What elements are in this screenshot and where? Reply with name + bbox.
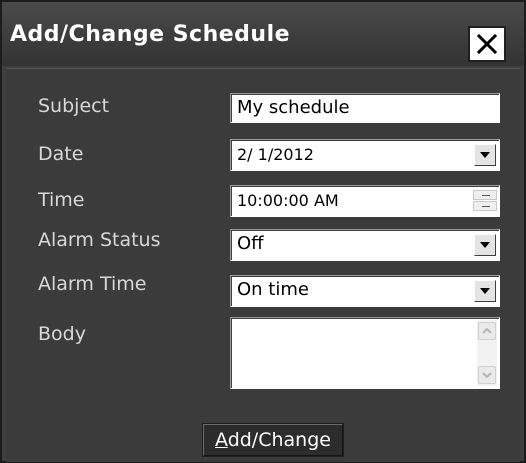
time-input[interactable]: 10:00:00 AM [230, 185, 500, 217]
mnemonic-char: A [215, 429, 228, 451]
close-x-icon [477, 34, 497, 54]
add-change-button-label: dd/Change [227, 429, 331, 451]
time-value: 10:00:00 AM [237, 191, 339, 210]
chevron-down-icon [480, 288, 490, 294]
subject-label: Subject [38, 95, 110, 117]
time-spinner[interactable] [473, 190, 497, 212]
form-panel: Subject My schedule Date 2/ 1/2012 Time … [6, 68, 520, 462]
time-label: Time [38, 189, 85, 211]
spin-up-button[interactable] [473, 190, 497, 200]
scroll-down-button[interactable] [478, 366, 496, 384]
date-dropdown-button[interactable] [474, 144, 496, 166]
body-label: Body [38, 323, 86, 345]
alarm-time-select[interactable]: On time [230, 275, 500, 307]
add-change-button[interactable]: Add/Change [203, 424, 343, 456]
chevron-up-icon [482, 328, 492, 334]
body-textarea[interactable] [230, 317, 500, 389]
dialog-title: Add/Change Schedule [10, 22, 291, 47]
alarm-status-dropdown-button[interactable] [474, 234, 496, 256]
alarm-time-value: On time [237, 279, 309, 300]
chevron-down-icon [482, 372, 492, 378]
close-button[interactable] [468, 26, 506, 62]
alarm-time-label: Alarm Time [38, 273, 147, 295]
scroll-up-button[interactable] [478, 322, 496, 340]
subject-value: My schedule [237, 97, 350, 118]
alarm-time-dropdown-button[interactable] [474, 280, 496, 302]
alarm-status-select[interactable]: Off [230, 229, 500, 261]
spin-down-button[interactable] [473, 201, 497, 211]
chevron-down-icon [480, 152, 490, 158]
subject-input[interactable]: My schedule [230, 93, 500, 123]
date-value: 2/ 1/2012 [237, 145, 314, 164]
alarm-status-value: Off [237, 233, 264, 254]
chevron-down-icon [480, 242, 490, 248]
alarm-status-label: Alarm Status [38, 229, 161, 251]
body-scrollbar[interactable] [477, 320, 497, 386]
title-bar[interactable]: Add/Change Schedule [2, 2, 524, 66]
add-change-schedule-dialog: Add/Change Schedule Subject My schedule … [0, 0, 526, 463]
date-label: Date [38, 143, 84, 165]
date-picker[interactable]: 2/ 1/2012 [230, 139, 500, 171]
